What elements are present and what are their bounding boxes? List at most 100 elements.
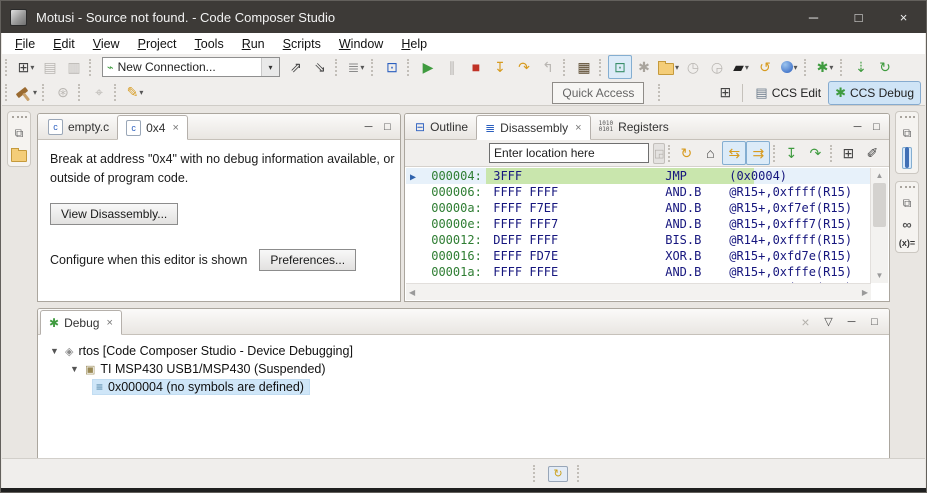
drag-handle[interactable] (899, 186, 915, 190)
asm-step-into-button[interactable]: ↧ (779, 141, 803, 165)
selected-frame[interactable]: ≡ 0x000004 (no symbols are defined) (92, 379, 310, 395)
new-connection-combo[interactable]: ⌁ New Connection... ▾ (102, 57, 280, 77)
quick-access-button[interactable]: Quick Access (552, 81, 645, 104)
save-button[interactable]: ▤ (38, 55, 62, 79)
disassembly-row[interactable]: 000012: DEFF FFFF BIS.B @R14+,0xffff(R15) (406, 232, 871, 248)
tree-item-device[interactable]: ▼ ▣ TI MSP430 USB1/MSP430 (Suspended) (70, 360, 889, 378)
scroll-right-icon[interactable]: ▶ (862, 288, 868, 297)
combo-arrow-icon[interactable]: ▾ (261, 58, 279, 76)
tab-disassembly[interactable]: ≣ Disassembly × (476, 115, 591, 140)
trace-into-button[interactable]: ⇣ (849, 55, 873, 79)
project-explorer-icon[interactable] (11, 148, 27, 162)
menu-item[interactable]: File (6, 35, 44, 53)
maximize-pane-button[interactable]: □ (866, 313, 883, 330)
toolbar-grip[interactable] (577, 465, 582, 482)
tab-empty-c[interactable]: c empty.c (40, 114, 117, 139)
toolbar-grip[interactable] (804, 58, 809, 76)
disassembly-row[interactable]: 000016: EFFF FD7E XOR.B @R15+,0xfd7e(R15) (406, 248, 871, 264)
remove-terminated-icon[interactable]: × (797, 313, 814, 330)
perspective-ccs-debug[interactable]: ✱ CCS Debug (828, 80, 921, 105)
connect-target-button[interactable]: ⊡ (608, 55, 632, 79)
tab-debug[interactable]: ✱ Debug × (40, 310, 122, 335)
disassembly-row[interactable]: 000006: FFFF FFFF AND.B @R15+,0xffff(R15) (406, 184, 871, 200)
toolbar-grip[interactable] (335, 58, 340, 76)
view-disassembly-button[interactable]: View Disassembly... (50, 202, 179, 225)
save-snapshot-button[interactable]: ◶ (705, 55, 729, 79)
scroll-left-icon[interactable]: ◀ (409, 288, 415, 297)
drag-handle[interactable] (899, 116, 915, 120)
toolbar-grip[interactable] (840, 58, 845, 76)
cpu-reset-button[interactable]: ↺ (753, 55, 777, 79)
suspend-button[interactable]: ∥ (440, 55, 464, 79)
toolbar-grip[interactable] (42, 84, 47, 101)
window-maximize-button[interactable]: □ (836, 1, 881, 33)
step-into-button[interactable]: ↧ (488, 55, 512, 79)
expand-icon[interactable]: ▼ (50, 346, 60, 356)
toolbar-grip[interactable] (563, 58, 568, 76)
new-target-config-button[interactable]: ⊛ (51, 81, 75, 105)
toolbar-grip[interactable] (114, 84, 119, 101)
menu-item[interactable]: Edit (44, 35, 84, 53)
maximize-pane-button[interactable]: □ (379, 118, 396, 135)
debug-launch-button[interactable]: ✱ ▾ (813, 55, 837, 79)
toolbar-grip[interactable] (89, 58, 94, 76)
sync-cache-icon[interactable]: ↻ (548, 465, 568, 482)
window-minimize-button[interactable]: ─ (791, 1, 836, 33)
restore-snapshot-button[interactable]: ◷ (681, 55, 705, 79)
tab-outline[interactable]: ⊟ Outline (407, 114, 476, 139)
close-icon[interactable]: × (106, 317, 112, 329)
toolbar-grip[interactable] (407, 58, 412, 76)
tree-item-frame[interactable]: ≡ 0x000004 (no symbols are defined) (92, 378, 889, 396)
pin-view-button[interactable]: ✐ (860, 141, 884, 165)
load-program-button[interactable]: ▾ (656, 55, 681, 79)
tab-registers[interactable]: 1010 0101 Registers (591, 114, 677, 139)
step-return-button[interactable]: ↰ (536, 55, 560, 79)
follow-pc-button[interactable]: ⇉ (746, 141, 771, 165)
scroll-down-icon[interactable]: ▼ (871, 271, 888, 280)
connect-b-button[interactable]: ⇘ (308, 55, 332, 79)
scroll-up-icon[interactable]: ▲ (871, 171, 888, 180)
toolbar-grip[interactable] (78, 84, 83, 101)
tab-0x4[interactable]: c 0x4 × (117, 115, 188, 140)
disassembly-row[interactable]: 00000a: FFFF F7EF AND.B @R15+,0xf7ef(R15) (406, 200, 871, 216)
asm-step-over-button[interactable]: ↷ (803, 141, 827, 165)
restore-view-icon[interactable]: ⧉ (15, 126, 24, 141)
flash-button[interactable]: ▰ ▾ (729, 55, 753, 79)
close-icon[interactable]: × (575, 122, 581, 134)
menu-item[interactable]: Tools (186, 35, 233, 53)
vertical-scrollbar[interactable]: ▲ ▼ (870, 168, 888, 283)
debug-scope-button[interactable]: ⌖ (87, 81, 111, 105)
flash-programmer-button[interactable]: ✎ ▾ (123, 81, 147, 105)
toolbar-grip[interactable] (668, 144, 671, 162)
toolbar-grip[interactable] (371, 58, 376, 76)
toolbar-grip[interactable] (599, 58, 604, 76)
tree-item-session[interactable]: ▼ ◈ rtos [Code Composer Studio - Device … (50, 342, 889, 360)
new-wizard-button[interactable]: ⊞ ▾ (14, 55, 38, 79)
refresh-view-button[interactable]: ↻ (674, 141, 698, 165)
expressions-icon[interactable]: ∞ (902, 217, 911, 232)
open-perspective-button[interactable]: ⊞ (713, 81, 737, 105)
scrollbar-thumb[interactable] (873, 183, 886, 227)
launch-config-button[interactable]: ≣ ▾ (344, 55, 368, 79)
horizontal-scrollbar[interactable]: ◀ ▶ (406, 283, 871, 300)
menu-item[interactable]: Run (233, 35, 274, 53)
toolbar-grip[interactable] (658, 84, 663, 101)
resume-button[interactable]: ▶ (416, 55, 440, 79)
trace-resume-button[interactable]: ↻ (873, 55, 897, 79)
save-all-button[interactable]: ▥ (62, 55, 86, 79)
close-icon[interactable]: × (172, 122, 178, 134)
menu-item[interactable]: Project (129, 35, 186, 53)
link-debug-context-button[interactable]: ⇆ (722, 141, 747, 165)
perspective-ccs-edit[interactable]: ▤ CCS Edit (748, 81, 828, 105)
menu-item[interactable]: View (84, 35, 129, 53)
view-menu-icon[interactable]: ▽ (820, 313, 837, 330)
toolbar-grip[interactable] (533, 465, 538, 482)
menu-item[interactable]: Window (330, 35, 392, 53)
toolbar-grip[interactable] (773, 144, 776, 162)
new-view-button[interactable]: ⊞ (836, 141, 860, 165)
location-input[interactable] (489, 143, 649, 163)
minimize-pane-button[interactable]: ─ (849, 118, 866, 135)
disassembly-row[interactable]: ▶ 000004: 3FFF JMP (0x0004) (406, 168, 871, 184)
expand-icon[interactable]: ▼ (70, 364, 80, 374)
minimize-pane-button[interactable]: ─ (843, 313, 860, 330)
